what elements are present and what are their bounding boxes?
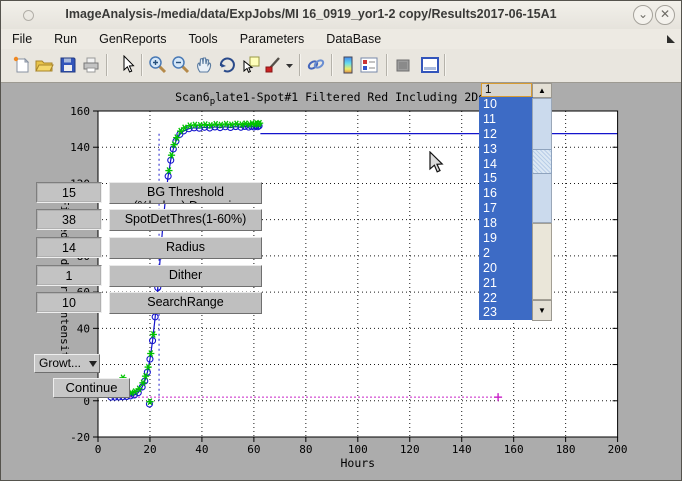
spot-option-10[interactable]: 10: [479, 97, 533, 112]
spot-option-14[interactable]: 14: [479, 157, 533, 172]
insert-legend-icon[interactable]: [359, 55, 379, 75]
spot-option-18[interactable]: 18: [479, 216, 533, 231]
zoom-out-icon[interactable]: [171, 55, 191, 75]
spotdetthres-label: SpotDetThres(1-60%): [110, 212, 261, 226]
scrollbar-up-button[interactable]: ▲: [532, 83, 552, 98]
open-folder-icon[interactable]: [34, 55, 54, 75]
toolbar-separator: [386, 54, 388, 76]
save-icon[interactable]: [58, 55, 78, 75]
spotdetthres-input[interactable]: 38: [36, 209, 102, 230]
spot-option-23[interactable]: 23: [479, 305, 533, 320]
menu-item-file[interactable]: File: [1, 30, 43, 48]
spot-option-19[interactable]: 19: [479, 231, 533, 246]
rotate-3d-icon[interactable]: [217, 55, 237, 75]
spot-option-21[interactable]: 21: [479, 276, 533, 291]
toolbar-separator: [141, 54, 143, 76]
spot-selector-field[interactable]: 1: [481, 83, 532, 97]
growth-menu-dropdown[interactable]: Growt...: [34, 354, 100, 373]
link-plots-icon[interactable]: [306, 55, 326, 75]
app-window: ImageAnalysis-/media/data/ExpJobs/MI 16_…: [0, 0, 682, 481]
print-icon[interactable]: [81, 55, 101, 75]
figure-canvas: [1, 82, 681, 481]
mouse-cursor: [428, 151, 445, 179]
bg-threshold-label2: (%below) Dynamic: [110, 199, 261, 204]
scrollbar-thumb[interactable]: [532, 149, 552, 174]
dither-button[interactable]: Dither: [109, 265, 262, 287]
data-cursor-icon[interactable]: [241, 55, 261, 75]
toolbar-separator: [331, 54, 333, 76]
spot-option-20[interactable]: 20: [479, 261, 533, 276]
radius-button[interactable]: Radius: [109, 237, 262, 259]
menu-item-genreports[interactable]: GenReports: [88, 30, 177, 48]
titlebar: ImageAnalysis-/media/data/ExpJobs/MI 16_…: [1, 1, 681, 30]
pointer-icon[interactable]: [118, 55, 138, 75]
brush-icon[interactable]: [264, 55, 284, 75]
bg-threshold-label: BG Threshold: [110, 185, 261, 199]
spot-option-17[interactable]: 17: [479, 201, 533, 216]
spot-option-16[interactable]: 16: [479, 186, 533, 201]
scrollbar-down-button[interactable]: ▼: [532, 300, 552, 321]
spot-option-13[interactable]: 13: [479, 142, 533, 157]
plot-tools-show-icon[interactable]: [420, 55, 440, 75]
close-button[interactable]: ✕: [655, 5, 675, 25]
spotdetthres-button[interactable]: SpotDetThres(1-60%): [109, 209, 262, 231]
zoom-in-icon[interactable]: [148, 55, 168, 75]
spot-option-11[interactable]: 11: [479, 112, 533, 127]
pan-hand-icon[interactable]: [194, 55, 214, 75]
dither-label: Dither: [110, 268, 261, 282]
menu-item-run[interactable]: Run: [43, 30, 88, 48]
growth-menu-label: Growt...: [39, 356, 81, 370]
new-document-icon[interactable]: [12, 55, 32, 75]
searchrange-label: SearchRange: [110, 295, 261, 309]
bg-threshold-input[interactable]: 15: [36, 182, 102, 203]
menubar-pin-icon[interactable]: [667, 35, 675, 43]
menubar: File Run GenReports Tools Parameters Dat…: [1, 29, 681, 50]
insert-colorbar-icon[interactable]: [338, 55, 358, 75]
dither-input[interactable]: 1: [36, 265, 102, 286]
continue-button[interactable]: Continue: [53, 378, 130, 398]
spot-option-2[interactable]: 2: [479, 246, 533, 261]
minimize-button[interactable]: ⌄: [633, 5, 653, 25]
radius-label: Radius: [110, 240, 261, 254]
toolbar-separator: [299, 54, 301, 76]
toolbar-separator: [106, 54, 108, 76]
radius-input[interactable]: 14: [36, 237, 102, 258]
window-title: ImageAnalysis-/media/data/ExpJobs/MI 16_…: [1, 7, 621, 21]
menu-item-tools[interactable]: Tools: [178, 30, 229, 48]
toolbar-separator: [444, 54, 446, 76]
plot-tools-hide-icon[interactable]: [393, 55, 413, 75]
scrollbar-track-lower[interactable]: [532, 223, 552, 300]
dropdown-arrow-icon: [89, 361, 97, 367]
spot-selector-list: 10111213141516171819220212223: [479, 97, 533, 320]
spot-option-22[interactable]: 22: [479, 291, 533, 306]
spot-option-15[interactable]: 15: [479, 171, 533, 186]
bg-threshold-button[interactable]: BG Threshold (%below) Dynamic: [109, 182, 262, 204]
brush-dropdown-icon[interactable]: [285, 55, 295, 75]
menu-item-parameters[interactable]: Parameters: [229, 30, 316, 48]
spot-option-12[interactable]: 12: [479, 127, 533, 142]
toolbar: [1, 49, 681, 83]
menu-item-database[interactable]: DataBase: [315, 30, 392, 48]
searchrange-button[interactable]: SearchRange: [109, 292, 262, 314]
searchrange-input[interactable]: 10: [36, 292, 102, 313]
